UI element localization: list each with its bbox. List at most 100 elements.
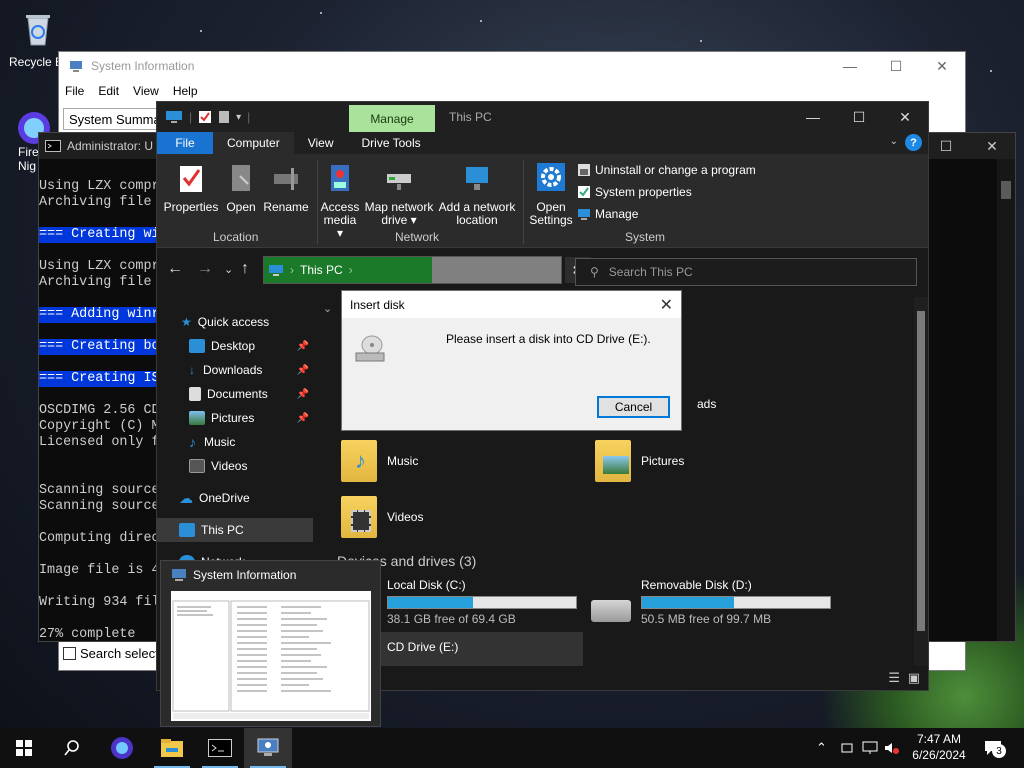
tray-volume-icon[interactable] xyxy=(884,728,900,768)
taskbar-file-explorer[interactable] xyxy=(148,728,196,768)
group-network-label: Network xyxy=(395,230,440,244)
file-explorer-icon xyxy=(161,739,183,757)
system-properties-button[interactable]: System properties xyxy=(577,185,692,199)
taskbar-command-prompt[interactable] xyxy=(196,728,244,768)
search-taskbar-button[interactable] xyxy=(48,728,96,768)
address-bar[interactable]: › This PC › ✖ xyxy=(263,256,591,284)
new-folder-qat-icon[interactable] xyxy=(218,110,230,124)
close-button[interactable]: ✕ xyxy=(919,52,965,80)
recent-locations-icon[interactable]: ⌄ xyxy=(224,263,233,276)
folder-videos-label: Videos xyxy=(387,510,424,524)
large-icons-view-icon[interactable]: ▣ xyxy=(908,670,920,686)
folder-music[interactable]: ♪ Music xyxy=(341,440,418,482)
folder-videos[interactable]: Videos xyxy=(341,496,423,538)
help-icon[interactable]: ? xyxy=(905,134,922,151)
cmd-text: Archiving file xyxy=(39,275,152,290)
notification-count-badge: 3 xyxy=(992,744,1006,758)
nav-pictures[interactable]: Pictures 📌 xyxy=(157,406,313,430)
tab-file[interactable]: File xyxy=(157,132,213,154)
qat-customize-icon[interactable]: ▾ xyxy=(236,112,241,123)
dialog-titlebar[interactable]: Insert disk xyxy=(342,291,681,318)
add-network-location-button[interactable]: Add a network location xyxy=(437,162,517,227)
tray-device-icon[interactable] xyxy=(840,728,854,768)
clock-date: 6/26/2024 xyxy=(912,748,966,762)
minimize-button[interactable]: — xyxy=(827,52,873,80)
nav-downloads[interactable]: ↓ Downloads 📌 xyxy=(157,358,313,382)
cancel-button[interactable]: Cancel xyxy=(597,396,670,418)
access-media-button[interactable]: Access media ▾ xyxy=(319,162,361,240)
nav-desktop[interactable]: Desktop 📌 xyxy=(157,334,313,358)
search-selected-category[interactable]: Search select xyxy=(63,646,159,661)
qat-separator: | xyxy=(189,110,193,124)
expand-ribbon-icon[interactable]: ⌄ xyxy=(890,136,898,147)
explorer-close-button[interactable]: ✕ xyxy=(882,102,928,132)
maximize-button[interactable]: ☐ xyxy=(873,52,919,80)
nav-documents[interactable]: Documents 📌 xyxy=(157,382,313,406)
explorer-maximize-button[interactable]: ☐ xyxy=(836,102,882,132)
nav-label: Quick access xyxy=(197,315,270,329)
explorer-scrollbar[interactable] xyxy=(914,297,928,666)
details-view-icon[interactable]: ☰ xyxy=(888,670,900,686)
uninstall-program-button[interactable]: Uninstall or change a program xyxy=(577,163,756,177)
rename-button[interactable]: Rename xyxy=(261,162,311,214)
explorer-minimize-button[interactable]: — xyxy=(790,102,836,132)
clock-time: 7:47 AM xyxy=(916,732,962,746)
forward-arrow-icon[interactable]: → xyxy=(197,260,213,278)
search-box[interactable]: ⚲ Search This PC xyxy=(575,258,917,286)
folders-collapse-chevron-icon[interactable]: ⌄ xyxy=(323,302,332,315)
taskbar-thumbnail-preview[interactable]: System Information xyxy=(160,560,381,727)
tray-network-icon[interactable] xyxy=(862,728,878,768)
explorer-scrollbar-thumb[interactable] xyxy=(917,311,925,631)
menu-file[interactable]: File xyxy=(65,84,84,98)
open-settings-button[interactable]: Open Settings xyxy=(527,162,575,227)
nav-this-pc[interactable]: This PC xyxy=(157,518,313,542)
drive-removable-disk-d[interactable]: Removable Disk (D:) 50.5 MB free of 99.7… xyxy=(641,578,831,626)
downloads-folder-partial[interactable]: ads xyxy=(697,397,716,411)
open-icon xyxy=(232,165,250,191)
folder-pictures[interactable]: Pictures xyxy=(595,440,684,482)
up-arrow-icon[interactable]: ↑ xyxy=(241,260,249,278)
search-selected-checkbox[interactable] xyxy=(63,647,76,660)
thumbnail-titlebar: System Information xyxy=(161,561,380,589)
nav-onedrive[interactable]: ☁ OneDrive xyxy=(157,486,313,510)
pin-icon: 📌 xyxy=(296,340,309,352)
dialog-close-icon[interactable]: ✕ xyxy=(660,295,673,315)
cmd-text: Scanning source xyxy=(39,499,160,514)
cmd-text: OSCDIMG 2.56 CD xyxy=(39,403,160,418)
cmd-maximize-button[interactable]: ☐ xyxy=(923,133,969,159)
taskbar-clock[interactable]: 7:47 AM 6/26/2024 xyxy=(900,731,978,763)
properties-qat-icon[interactable] xyxy=(198,110,212,124)
drive-local-disk-c[interactable]: Local Disk (C:) 38.1 GB free of 69.4 GB xyxy=(387,578,577,626)
system-properties-icon xyxy=(578,186,590,198)
nav-music[interactable]: ♪ Music xyxy=(157,430,313,454)
cmd-highlighted-text: === Creating IS xyxy=(39,371,160,387)
menu-help[interactable]: Help xyxy=(173,84,198,98)
map-network-drive-button[interactable]: Map network drive ▾ xyxy=(363,162,435,227)
explorer-titlebar[interactable]: | ▾ | Manage This PC — ☐ ✕ xyxy=(157,102,928,132)
cmd-scrollbar-thumb[interactable] xyxy=(1001,181,1011,199)
tab-view[interactable]: View xyxy=(294,132,348,154)
address-breadcrumb[interactable]: › This PC › xyxy=(264,257,432,283)
tab-computer[interactable]: Computer xyxy=(213,132,294,154)
back-arrow-icon[interactable]: ← xyxy=(167,260,183,278)
nav-quick-access[interactable]: ★ Quick access xyxy=(157,310,313,334)
tray-show-hidden-icon[interactable]: ⌃ xyxy=(816,728,827,768)
insert-disk-dialog[interactable]: Insert disk ✕ Please insert a disk into … xyxy=(341,290,682,431)
open-button[interactable]: Open xyxy=(221,162,261,214)
address-this-pc[interactable]: This PC xyxy=(300,263,343,277)
cmd-scrollbar[interactable] xyxy=(997,159,1015,641)
start-button[interactable] xyxy=(0,728,48,768)
cmd-close-button[interactable]: ✕ xyxy=(969,133,1015,159)
recycle-bin-icon xyxy=(26,15,50,46)
menu-view[interactable]: View xyxy=(133,84,159,98)
menu-edit[interactable]: Edit xyxy=(98,84,119,98)
sysinfo-title: System Information xyxy=(91,59,195,73)
taskbar-system-information[interactable] xyxy=(244,728,292,768)
manage-button[interactable]: Manage xyxy=(577,207,638,221)
properties-button[interactable]: Properties xyxy=(163,162,219,214)
drive-cd-drive-e[interactable]: CD Drive (E:) xyxy=(377,632,583,668)
nav-videos[interactable]: Videos xyxy=(157,454,313,478)
taskbar-firefox-nightly[interactable] xyxy=(98,728,146,768)
tab-drive-tools[interactable]: Drive Tools xyxy=(347,132,434,154)
tab-manage[interactable]: Manage xyxy=(349,105,435,132)
